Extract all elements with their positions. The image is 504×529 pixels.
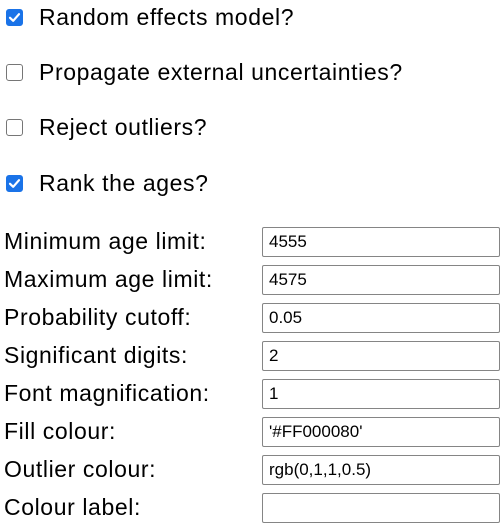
option-rank-ages[interactable]: Rank the ages?: [6, 168, 209, 198]
colour-label-label: Colour label:: [4, 494, 141, 520]
propagate-uncertainties-label: Propagate external uncertainties?: [39, 59, 403, 85]
rank-ages-checkbox[interactable]: [6, 174, 23, 192]
outlier-colour-input[interactable]: [262, 455, 500, 485]
reject-outliers-label: Reject outliers?: [39, 114, 208, 140]
checkmark-icon: [8, 12, 21, 22]
checkmark-icon: [8, 178, 21, 188]
min-age-input[interactable]: [262, 227, 500, 257]
colour-label-row: Colour label:: [4, 492, 500, 523]
outlier-colour-row: Outlier colour:: [4, 454, 500, 485]
min-age-row: Minimum age limit:: [4, 226, 500, 257]
option-random-effects[interactable]: Random effects model?: [6, 2, 294, 32]
max-age-row: Maximum age limit:: [4, 264, 500, 295]
reject-outliers-checkbox[interactable]: [6, 118, 23, 136]
significant-digits-label: Significant digits:: [4, 342, 188, 368]
font-magnification-label: Font magnification:: [4, 380, 210, 406]
random-effects-label: Random effects model?: [39, 4, 295, 30]
max-age-label: Maximum age limit:: [4, 266, 213, 292]
fill-colour-row: Fill colour:: [4, 416, 500, 447]
option-propagate-uncertainties[interactable]: Propagate external uncertainties?: [6, 57, 403, 87]
fill-colour-input[interactable]: [262, 417, 500, 447]
font-magnification-row: Font magnification:: [4, 378, 500, 409]
random-effects-checkbox[interactable]: [6, 8, 23, 26]
option-reject-outliers[interactable]: Reject outliers?: [6, 112, 207, 142]
propagate-uncertainties-checkbox[interactable]: [6, 63, 23, 81]
min-age-label: Minimum age limit:: [4, 228, 207, 254]
significant-digits-input[interactable]: [262, 341, 500, 371]
max-age-input[interactable]: [262, 265, 500, 295]
probability-cutoff-label: Probability cutoff:: [4, 304, 192, 330]
probability-cutoff-row: Probability cutoff:: [4, 302, 500, 333]
fill-colour-label: Fill colour:: [4, 418, 117, 444]
colour-label-input[interactable]: [262, 493, 500, 523]
font-magnification-input[interactable]: [262, 379, 500, 409]
outlier-colour-label: Outlier colour:: [4, 456, 157, 482]
rank-ages-label: Rank the ages?: [39, 170, 209, 196]
significant-digits-row: Significant digits:: [4, 340, 500, 371]
probability-cutoff-input[interactable]: [262, 303, 500, 333]
